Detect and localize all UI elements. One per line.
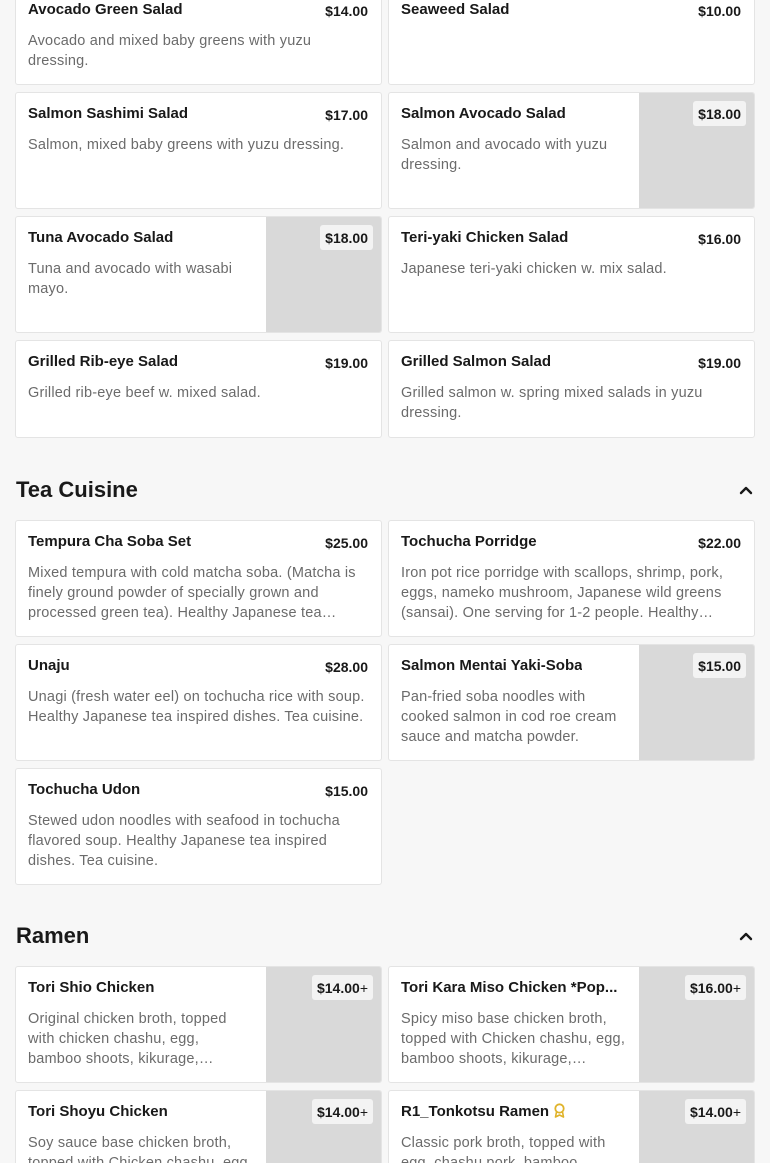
item-price: $17.00 — [325, 107, 368, 123]
section-title-ramen: Ramen — [16, 923, 90, 948]
item-image: $18.00 — [266, 217, 381, 332]
item-description: Avocado and mixed baby greens with yuzu … — [28, 33, 312, 69]
item-name: Tori Kara Miso Chicken *Pop... — [401, 979, 618, 996]
item-price: $10.00 — [698, 3, 741, 19]
price-plus: + — [359, 980, 368, 996]
item-price-tag: $14.00+ — [311, 975, 373, 1000]
item-image: $14.00+ — [266, 967, 381, 1082]
item-name: Grilled Salmon Salad — [401, 353, 552, 370]
item-price-tag: $14.00+ — [684, 1099, 746, 1124]
item-name: Avocado Green Salad — [28, 1, 183, 18]
menu-item-card[interactable]: Tempura Cha Soba Set $25.00 Mixed tempur… — [15, 520, 382, 637]
item-price: $18.00 — [693, 101, 746, 126]
item-image: $16.00+ — [639, 967, 754, 1082]
item-price: $25.00 — [325, 535, 368, 551]
item-description: Grilled salmon w. spring mixed salads in… — [401, 385, 703, 421]
item-name: Tori Shio Chicken — [28, 979, 155, 996]
item-description: Salmon, mixed baby greens with yuzu dres… — [28, 137, 345, 153]
menu-item-card[interactable]: R1_Tonkotsu Ramen Classic pork broth, to… — [388, 1090, 755, 1163]
item-name: Unaju — [28, 657, 70, 674]
menu-item-card[interactable]: Grilled Rib-eye Salad $19.00 Grilled rib… — [15, 340, 382, 438]
item-description: Spicy miso base chicken broth, topped wi… — [401, 1011, 626, 1067]
item-price-tag: $16.00+ — [684, 975, 746, 1000]
item-description: Japanese teri-yaki chicken w. mix salad. — [401, 261, 667, 277]
item-description: Pan-fried soba noodles with cooked salmo… — [401, 689, 617, 745]
menu-item-card[interactable]: Salmon Sashimi Salad $17.00 Salmon, mixe… — [15, 92, 382, 209]
item-name-row: R1_Tonkotsu Ramen — [401, 1103, 566, 1120]
price-plus: + — [732, 1104, 741, 1120]
item-description: Tuna and avocado with wasabi mayo. — [28, 261, 233, 297]
item-description: Grilled rib-eye beef w. mixed salad. — [28, 385, 261, 401]
menu-item-card[interactable]: Tuna Avocado Salad Tuna and avocado with… — [15, 216, 382, 333]
menu-item-card[interactable]: Salmon Mentai Yaki-Soba Pan-fried soba n… — [388, 644, 755, 761]
item-price-tag: $14.00+ — [311, 1099, 373, 1124]
item-name: Grilled Rib-eye Salad — [28, 353, 179, 370]
menu-item-card[interactable]: Unaju $28.00 Unagi (fresh water eel) on … — [15, 644, 382, 761]
menu-item-card[interactable]: Teri-yaki Chicken Salad $16.00 Japanese … — [388, 216, 755, 333]
item-price: $15.00 — [693, 653, 746, 678]
item-image: $15.00 — [639, 645, 754, 760]
item-name: Teri-yaki Chicken Salad — [401, 229, 569, 246]
item-price: $14.00 — [325, 3, 368, 19]
menu-item-card[interactable]: Seaweed Salad $10.00 — [388, 0, 755, 85]
item-name: Salmon Sashimi Salad — [28, 105, 189, 122]
item-description: Unagi (fresh water eel) on tochucha rice… — [28, 689, 365, 725]
item-name: Tochucha Porridge — [401, 533, 537, 550]
item-price: $19.00 — [325, 355, 368, 371]
item-description: Soy sauce base chicken broth, topped wit… — [28, 1135, 253, 1163]
item-price: $16.00 — [689, 980, 733, 996]
menu-item-card[interactable]: Tochucha Porridge $22.00 Iron pot rice p… — [388, 520, 755, 637]
menu-item-card[interactable]: Grilled Salmon Salad $19.00 Grilled salm… — [388, 340, 755, 438]
item-name: Tuna Avocado Salad — [28, 229, 174, 246]
item-description: Stewed udon noodles with seafood in toch… — [28, 813, 340, 869]
item-name: Salmon Mentai Yaki-Soba — [401, 657, 583, 674]
item-name: Salmon Avocado Salad — [401, 105, 566, 122]
item-name: Tori Shoyu Chicken — [28, 1103, 168, 1120]
item-image: $18.00 — [639, 93, 754, 208]
menu-item-card[interactable]: Tori Shio Chicken Original chicken broth… — [15, 966, 382, 1083]
item-description: Salmon and avocado with yuzu dressing. — [401, 137, 608, 173]
menu-item-card[interactable]: Tochucha Udon $15.00 Stewed udon noodles… — [15, 768, 382, 885]
item-price: $18.00 — [320, 225, 373, 250]
item-image: $14.00+ — [266, 1091, 381, 1163]
menu-item-card[interactable]: Tori Kara Miso Chicken *Pop... Spicy mis… — [388, 966, 755, 1083]
item-description: Mixed tempura with cold matcha soba. (Ma… — [28, 565, 356, 621]
item-price: $16.00 — [698, 231, 741, 247]
menu-item-card[interactable]: Avocado Green Salad $14.00 Avocado and m… — [15, 0, 382, 85]
chevron-up-icon[interactable] — [736, 926, 756, 946]
item-image: $14.00+ — [639, 1091, 754, 1163]
chevron-up-icon[interactable] — [736, 480, 756, 500]
item-description: Iron pot rice porridge with scallops, sh… — [401, 565, 724, 621]
item-price: $15.00 — [325, 783, 368, 799]
item-description: Original chicken broth, topped with chic… — [28, 1011, 227, 1067]
section-title-tea-cuisine: Tea Cuisine — [16, 477, 138, 502]
item-price: $22.00 — [698, 535, 741, 551]
price-plus: + — [732, 980, 741, 996]
item-name: R1_Tonkotsu Ramen — [401, 1103, 550, 1120]
item-name: Seaweed Salad — [401, 1, 510, 18]
item-price: $19.00 — [698, 355, 741, 371]
item-name: Tempura Cha Soba Set — [28, 533, 192, 550]
menu-item-card[interactable]: Tori Shoyu Chicken Soy sauce base chicke… — [15, 1090, 382, 1163]
ribbon-award-icon — [554, 1103, 565, 1118]
item-name: Tochucha Udon — [28, 781, 141, 798]
item-price: $14.00 — [316, 980, 360, 996]
item-price: $14.00 — [689, 1104, 733, 1120]
item-price: $14.00 — [316, 1104, 360, 1120]
menu-item-card[interactable]: Salmon Avocado Salad Salmon and avocado … — [388, 92, 755, 209]
item-price: $28.00 — [325, 659, 368, 675]
price-plus: + — [359, 1104, 368, 1120]
item-description: Classic pork broth, topped with egg, cha… — [401, 1135, 606, 1163]
